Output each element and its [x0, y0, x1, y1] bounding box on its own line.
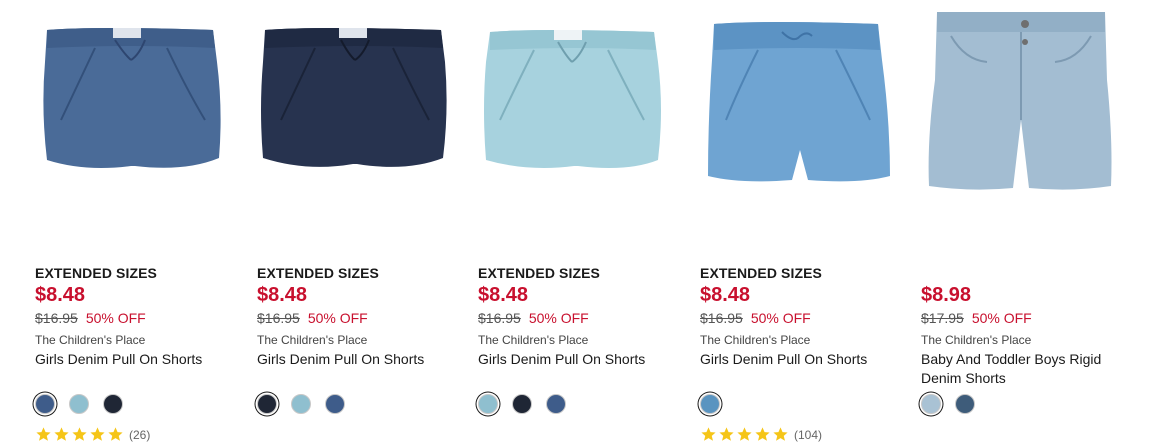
color-swatch[interactable] — [921, 394, 941, 414]
product-card[interactable]: EXTENDED SIZES $8.48 $16.95 50% OFF The C… — [700, 0, 900, 447]
price-comparison: $17.95 50% OFF — [921, 310, 1032, 326]
brand-name: The Children's Place — [700, 333, 811, 347]
discount-label: 50% OFF — [528, 310, 589, 326]
product-image[interactable] — [700, 0, 900, 250]
discount-label: 50% OFF — [85, 310, 146, 326]
color-swatch[interactable] — [257, 394, 277, 414]
price-comparison: $16.95 50% OFF — [700, 310, 811, 326]
color-swatch[interactable] — [700, 394, 720, 414]
product-grid: EXTENDED SIZES $8.48 $16.95 50% OFF The C… — [0, 0, 1150, 447]
product-name-link[interactable]: Girls Denim Pull On Shorts — [257, 350, 457, 369]
review-count: (26) — [129, 427, 151, 442]
star-rating[interactable]: (26) — [35, 426, 150, 443]
sale-price: $8.48 — [35, 284, 86, 306]
review-count: (104) — [794, 427, 823, 442]
product-image[interactable] — [257, 0, 457, 250]
original-price: $16.95 — [700, 310, 743, 326]
star-icon — [701, 427, 716, 441]
color-swatch[interactable] — [478, 394, 498, 414]
badge-extended-sizes: EXTENDED SIZES — [257, 265, 379, 281]
product-card[interactable]: EXTENDED SIZES $8.48 $16.95 50% OFF The C… — [257, 0, 457, 447]
price-comparison: $16.95 50% OFF — [35, 310, 146, 326]
badge-extended-sizes: EXTENDED SIZES — [700, 265, 822, 281]
product-name-link[interactable]: Girls Denim Pull On Shorts — [700, 350, 900, 369]
star-icon — [719, 427, 734, 441]
brand-name: The Children's Place — [35, 333, 146, 347]
star-icon — [54, 427, 69, 441]
color-swatches — [257, 394, 345, 414]
star-icon — [36, 427, 51, 441]
color-swatch[interactable] — [325, 394, 345, 414]
original-price: $17.95 — [921, 310, 964, 326]
badge-extended-sizes: EXTENDED SIZES — [35, 265, 157, 281]
star-rating[interactable]: (104) — [700, 426, 822, 443]
color-swatch[interactable] — [955, 394, 975, 414]
color-swatches — [35, 394, 123, 414]
sale-price: $8.48 — [257, 284, 308, 306]
star-icon — [773, 427, 788, 441]
brand-name: The Children's Place — [257, 333, 368, 347]
sale-price: $8.48 — [700, 284, 751, 306]
product-image[interactable] — [921, 0, 1121, 250]
star-icon — [737, 427, 752, 441]
star-icon — [90, 427, 105, 441]
color-swatch[interactable] — [512, 394, 532, 414]
price-comparison: $16.95 50% OFF — [257, 310, 368, 326]
color-swatches — [478, 394, 566, 414]
discount-label: 50% OFF — [971, 310, 1032, 326]
color-swatch[interactable] — [35, 394, 55, 414]
color-swatches — [921, 394, 975, 414]
original-price: $16.95 — [478, 310, 521, 326]
product-image[interactable] — [478, 0, 678, 250]
discount-label: 50% OFF — [307, 310, 368, 326]
color-swatch[interactable] — [103, 394, 123, 414]
product-name-link[interactable]: Girls Denim Pull On Shorts — [478, 350, 678, 369]
sale-price: $8.48 — [478, 284, 529, 306]
color-swatch[interactable] — [69, 394, 89, 414]
original-price: $16.95 — [257, 310, 300, 326]
product-card[interactable]: EXTENDED SIZES $8.48 $16.95 50% OFF The C… — [35, 0, 235, 447]
color-swatch[interactable] — [291, 394, 311, 414]
brand-name: The Children's Place — [478, 333, 589, 347]
product-image[interactable] — [35, 0, 235, 250]
star-icon — [755, 427, 770, 441]
color-swatch[interactable] — [546, 394, 566, 414]
color-swatches — [700, 394, 720, 414]
product-card[interactable]: EXTENDED SIZES $8.48 $16.95 50% OFF The C… — [478, 0, 678, 447]
discount-label: 50% OFF — [750, 310, 811, 326]
star-icon — [108, 427, 123, 441]
badge-extended-sizes: EXTENDED SIZES — [478, 265, 600, 281]
price-comparison: $16.95 50% OFF — [478, 310, 589, 326]
star-icon — [72, 427, 87, 441]
product-card[interactable]: $8.98 $17.95 50% OFF The Children's Place… — [921, 0, 1121, 447]
sale-price: $8.98 — [921, 284, 972, 306]
product-name-link[interactable]: Girls Denim Pull On Shorts — [35, 350, 235, 369]
original-price: $16.95 — [35, 310, 78, 326]
product-name-link[interactable]: Baby And Toddler Boys Rigid Denim Shorts — [921, 350, 1121, 388]
brand-name: The Children's Place — [921, 333, 1032, 347]
